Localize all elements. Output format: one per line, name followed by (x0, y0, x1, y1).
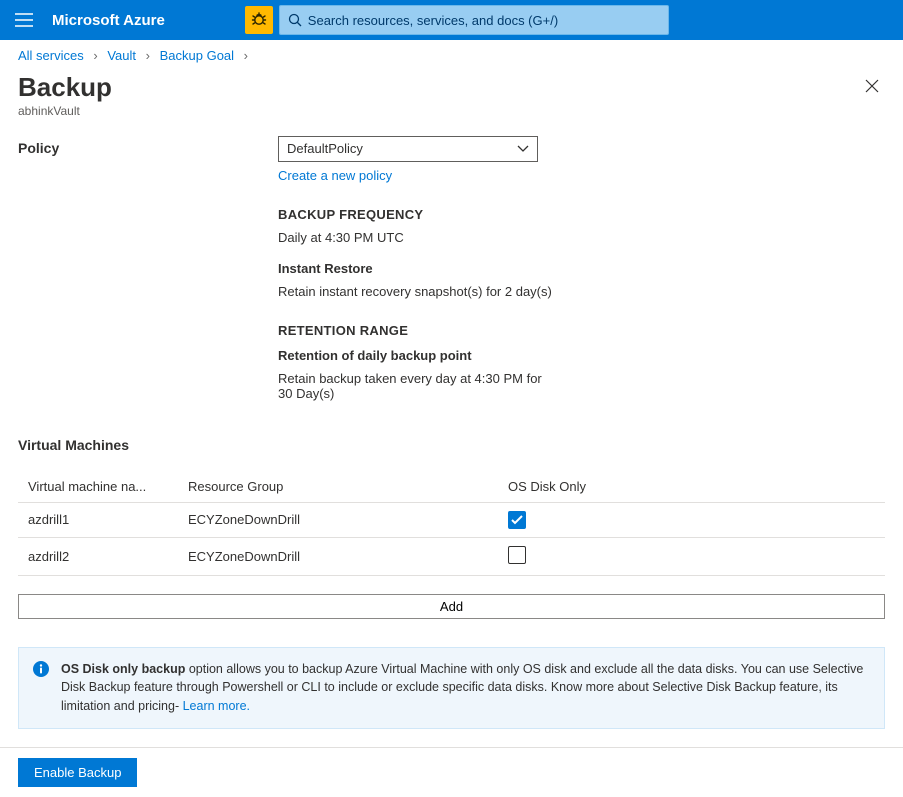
vm-table: Virtual machine na... Resource Group OS … (18, 471, 885, 576)
feedback-bug-button[interactable] (245, 6, 273, 34)
policy-label: Policy (18, 136, 278, 156)
topbar: Microsoft Azure (0, 0, 903, 40)
retention-range-heading: RETENTION RANGE (278, 323, 698, 338)
info-icon (33, 661, 49, 677)
close-button[interactable] (859, 73, 885, 99)
table-row: azdrill2 ECYZoneDownDrill (18, 537, 885, 575)
vm-name-cell: azdrill1 (18, 502, 178, 537)
vm-rg-cell: ECYZoneDownDrill (178, 537, 498, 575)
bug-icon (251, 12, 267, 28)
close-icon (865, 79, 879, 93)
col-resource-group[interactable]: Resource Group (178, 471, 498, 503)
add-button[interactable]: Add (18, 594, 885, 619)
policy-selected-value: DefaultPolicy (287, 141, 363, 156)
os-disk-checkbox[interactable] (508, 511, 526, 529)
info-text: OS Disk only backup option allows you to… (61, 660, 870, 716)
chevron-right-icon: › (146, 48, 150, 63)
instant-restore-heading: Instant Restore (278, 261, 698, 276)
breadcrumb: All services › Vault › Backup Goal › (0, 40, 903, 73)
learn-more-link[interactable]: Learn more. (183, 699, 250, 713)
hamburger-menu-button[interactable] (0, 0, 48, 40)
panel: Backup abhinkVault Policy DefaultPolicy … (0, 73, 903, 747)
info-box: OS Disk only backup option allows you to… (18, 647, 885, 729)
enable-backup-button[interactable]: Enable Backup (18, 758, 137, 787)
os-disk-checkbox[interactable] (508, 546, 526, 564)
backup-frequency-text: Daily at 4:30 PM UTC (278, 230, 698, 245)
vm-name-cell: azdrill2 (18, 537, 178, 575)
policy-select[interactable]: DefaultPolicy (278, 136, 538, 162)
table-row: azdrill1 ECYZoneDownDrill (18, 502, 885, 537)
chevron-down-icon (517, 145, 529, 153)
vm-rg-cell: ECYZoneDownDrill (178, 502, 498, 537)
col-vm-name[interactable]: Virtual machine na... (18, 471, 178, 503)
search-input[interactable] (302, 13, 660, 28)
check-icon (511, 515, 523, 525)
virtual-machines-heading: Virtual Machines (18, 437, 885, 453)
brand: Microsoft Azure (48, 12, 173, 29)
page-title: Backup (18, 73, 112, 102)
chevron-right-icon: › (244, 48, 248, 63)
breadcrumb-item-backup-goal[interactable]: Backup Goal (160, 48, 234, 63)
retention-daily-text: Retain backup taken every day at 4:30 PM… (278, 371, 558, 401)
backup-frequency-heading: BACKUP FREQUENCY (278, 207, 698, 222)
breadcrumb-item-all-services[interactable]: All services (18, 48, 84, 63)
breadcrumb-item-vault[interactable]: Vault (107, 48, 136, 63)
col-os-disk-only[interactable]: OS Disk Only (498, 471, 885, 503)
hamburger-icon (15, 13, 33, 27)
footer: Enable Backup (0, 747, 903, 797)
create-policy-link[interactable]: Create a new policy (278, 168, 392, 183)
info-bold: OS Disk only backup (61, 662, 185, 676)
chevron-right-icon: › (93, 48, 97, 63)
instant-restore-text: Retain instant recovery snapshot(s) for … (278, 284, 698, 299)
retention-daily-heading: Retention of daily backup point (278, 348, 698, 363)
page-subtitle: abhinkVault (18, 104, 112, 118)
search-bar[interactable] (279, 5, 669, 35)
search-icon (288, 13, 302, 27)
